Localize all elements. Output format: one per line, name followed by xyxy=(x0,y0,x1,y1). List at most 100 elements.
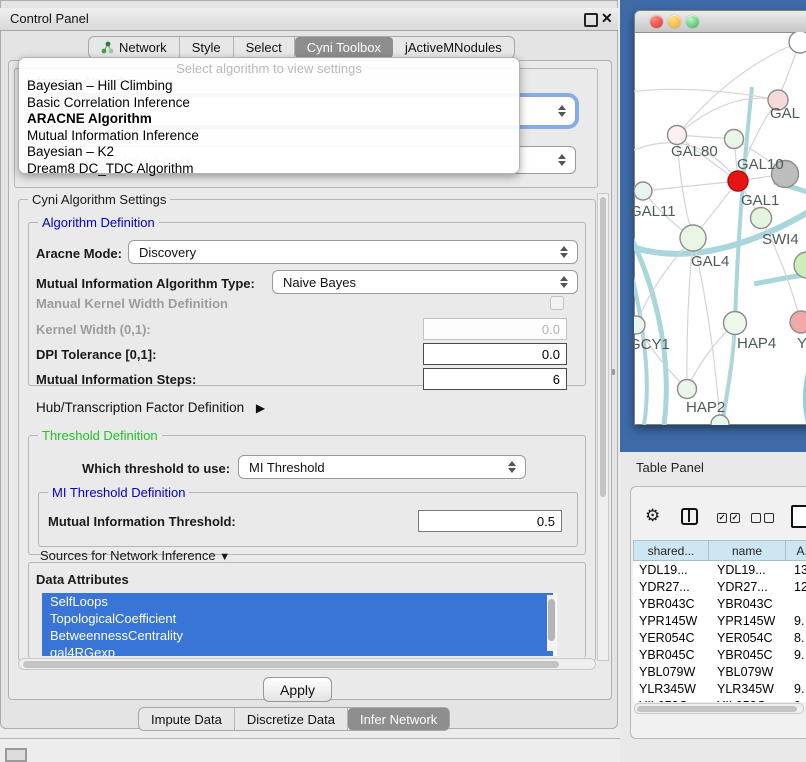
node-label: Y xyxy=(797,335,806,352)
cell: YLR345W xyxy=(717,682,774,696)
columns-icon[interactable] xyxy=(681,508,698,525)
apply-button[interactable]: Apply xyxy=(263,677,332,702)
dropdown-item[interactable]: Mutual Information Inference xyxy=(27,128,199,143)
node-gal1-selected[interactable] xyxy=(728,171,748,191)
mi-type-combo[interactable]: Naive Bayes xyxy=(272,270,578,294)
unchecked-box-icon xyxy=(751,513,761,523)
which-threshold-combo[interactable]: MI Threshold xyxy=(238,455,526,479)
dpi-tolerance-label: DPI Tolerance [0,1]: xyxy=(36,347,156,362)
mi-steps-label: Mutual Information Steps: xyxy=(36,372,196,387)
list-item[interactable]: TopologicalCoefficient xyxy=(42,610,553,627)
column-header-name[interactable]: name xyxy=(709,540,786,561)
dropdown-item[interactable]: Dream8 DC_TDC Algorithm xyxy=(27,161,194,176)
control-panel-tabs: Network Style Select Cyni Toolbox jActiv… xyxy=(88,36,515,59)
node-label: GAL4 xyxy=(691,253,729,270)
cell: 9 xyxy=(794,699,801,702)
scrollbar-thumb[interactable] xyxy=(600,197,606,497)
list-item[interactable]: BetweennessCentrality xyxy=(42,627,553,644)
float-window-icon[interactable] xyxy=(584,13,598,27)
mi-threshold-field[interactable]: 0.5 xyxy=(418,510,562,532)
dropdown-item[interactable]: Bayesian – Hill Climbing xyxy=(27,78,173,93)
tab-network-label: Network xyxy=(119,40,167,55)
file-icon[interactable] xyxy=(791,505,806,528)
settings-vertical-scrollbar[interactable] xyxy=(597,193,609,661)
close-icon[interactable]: ✕ xyxy=(601,10,613,27)
combo-stepper-icon xyxy=(560,246,569,258)
combo-stepper-icon xyxy=(560,276,569,288)
dpi-tolerance-field[interactable]: 0.0 xyxy=(423,343,567,365)
aracne-mode-combo[interactable]: Discovery xyxy=(128,240,578,264)
gear-icon[interactable]: ⚙ xyxy=(645,506,660,526)
splitpane-grip[interactable] xyxy=(612,369,615,375)
dropdown-item[interactable]: Basic Correlation Inference xyxy=(27,95,190,110)
tab-select[interactable]: Select xyxy=(234,37,295,58)
node-label: GAL xyxy=(770,105,800,122)
node-y[interactable] xyxy=(790,311,806,333)
tab-discretize-data[interactable]: Discretize Data xyxy=(235,708,348,730)
sources-group-title[interactable]: Sources for Network Inference ▼ xyxy=(36,548,234,563)
column-header-partial[interactable]: A... xyxy=(786,540,806,561)
settings-horizontal-scrollbar[interactable] xyxy=(18,658,596,670)
zoom-traffic-light-icon[interactable] xyxy=(686,15,699,28)
network-graph-canvas[interactable] xyxy=(634,32,806,425)
node-label: GAL11 xyxy=(630,203,676,220)
node-gal11[interactable] xyxy=(634,182,652,200)
minimize-traffic-light-icon[interactable] xyxy=(668,15,681,28)
select-all-checks-icon[interactable]: ✓ ✓ xyxy=(717,513,740,523)
node-label: HAP4 xyxy=(737,335,776,352)
node-gal4[interactable] xyxy=(680,225,706,251)
network-window-titlebar[interactable] xyxy=(635,11,806,33)
table-panel-title: Table Panel xyxy=(636,460,704,475)
tab-style[interactable]: Style xyxy=(180,37,234,58)
node-label: GCY1 xyxy=(629,336,670,353)
cell: YPR145W xyxy=(717,614,775,628)
tab-impute-data[interactable]: Impute Data xyxy=(139,708,235,730)
node[interactable] xyxy=(789,32,806,53)
dropdown-item-selected[interactable]: ARACNE Algorithm xyxy=(27,111,152,126)
node-swi4[interactable] xyxy=(751,208,772,229)
tab-impute-label: Impute Data xyxy=(151,712,222,727)
manual-kernel-checkbox[interactable] xyxy=(550,296,564,310)
tab-jactivemnodules[interactable]: jActiveMNodules xyxy=(393,37,514,58)
dropdown-item[interactable]: Bayesian – K2 xyxy=(27,144,114,159)
panel-corner-icon[interactable] xyxy=(5,748,27,762)
tab-cyni-toolbox[interactable]: Cyni Toolbox xyxy=(295,37,393,58)
list-item[interactable]: gal4RGexp xyxy=(42,644,553,656)
hub-definition-toggle[interactable]: Hub/Transcription Factor Definition ▶ xyxy=(36,400,265,415)
tab-network[interactable]: Network xyxy=(89,37,180,58)
scrollbar-thumb[interactable] xyxy=(548,599,555,641)
tab-infer-network[interactable]: Infer Network xyxy=(348,708,449,730)
node-hap2[interactable] xyxy=(678,380,697,399)
cell: YPR145W xyxy=(639,614,697,628)
deselect-all-checks-icon[interactable] xyxy=(751,513,774,523)
node-hap4[interactable] xyxy=(724,312,747,335)
mi-steps-field[interactable]: 6 xyxy=(423,368,567,390)
list-vertical-scrollbar[interactable] xyxy=(547,595,556,651)
column-header-shared-name[interactable]: shared... xyxy=(633,540,709,561)
data-attributes-label: Data Attributes xyxy=(36,572,129,587)
collapse-arrow-icon: ▼ xyxy=(219,551,230,563)
node[interactable] xyxy=(711,415,729,425)
mi-threshold-group-title: MI Threshold Definition xyxy=(48,485,189,500)
manual-kernel-label: Manual Kernel Width Definition xyxy=(36,296,228,311)
cell: YBR045C xyxy=(639,648,695,662)
table-horizontal-scrollbar[interactable] xyxy=(634,703,804,714)
cell: YIL052C xyxy=(717,699,766,702)
control-panel-titlebar[interactable] xyxy=(0,8,618,31)
kernel-width-field[interactable]: 0.0 xyxy=(423,318,567,340)
node-gcy1[interactable] xyxy=(634,316,645,334)
node-gal10[interactable] xyxy=(725,130,744,149)
combo-stepper-icon xyxy=(558,105,567,117)
scrollbar-thumb[interactable] xyxy=(23,661,559,668)
node-gal80[interactable] xyxy=(668,126,687,145)
node-label: HAP2 xyxy=(686,399,725,416)
bottom-strip xyxy=(0,739,620,762)
cell: 8. xyxy=(794,631,804,645)
mi-type-value: Naive Bayes xyxy=(283,275,356,290)
node-label: SWI4 xyxy=(762,231,799,248)
cell: YBR043C xyxy=(639,597,695,611)
list-item[interactable]: SelfLoops xyxy=(42,593,553,610)
close-traffic-light-icon[interactable] xyxy=(650,15,663,28)
scrollbar-thumb[interactable] xyxy=(637,706,797,712)
combo-stepper-icon xyxy=(508,461,517,473)
